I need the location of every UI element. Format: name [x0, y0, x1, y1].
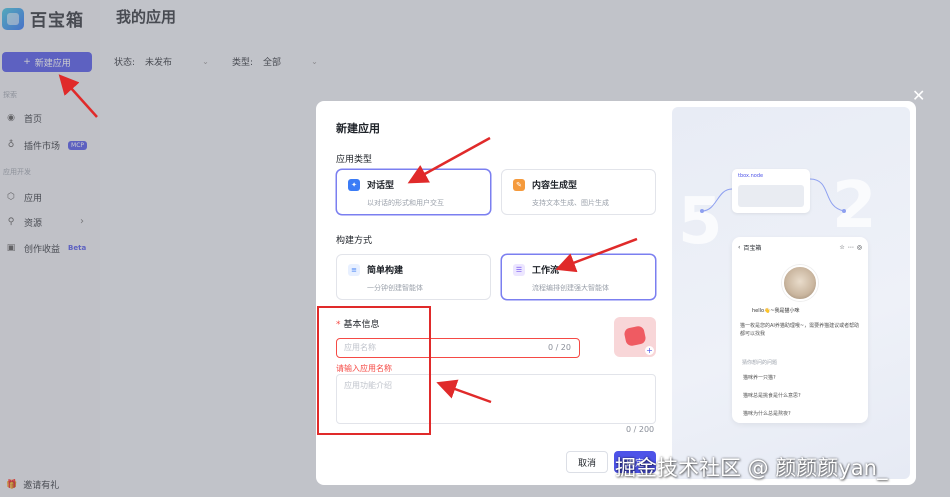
app-type-label: 应用类型 — [336, 155, 373, 165]
card-desc: 支持文本生成、图片生成 — [532, 199, 609, 207]
watermark: 掘金技术社区 @ 颜颜颜yan_ — [615, 456, 888, 480]
add-icon: + — [645, 346, 654, 355]
card-title: 简单构建 — [367, 266, 404, 276]
card-desc: 流程编排创建强大智能体 — [532, 284, 609, 292]
more-icon: ⋯ — [847, 244, 854, 251]
card-title: 内容生成型 — [532, 181, 578, 191]
pen-icon: ✎ — [513, 179, 525, 191]
star-icon: ☆ — [839, 244, 845, 251]
app-type-content-card[interactable]: ✎ 内容生成型 支持文本生成、图片生成 — [501, 169, 656, 215]
card-title: 工作流 — [532, 266, 560, 276]
back-icon: ‹ — [738, 244, 741, 251]
workflow-icon: ☰ — [513, 264, 525, 276]
card-desc: 一分钟创建智能体 — [367, 284, 423, 292]
bot-avatar — [782, 265, 818, 301]
build-method-label: 构建方式 — [336, 236, 373, 246]
cancel-button[interactable]: 取消 — [566, 451, 608, 473]
name-char-count: 0 / 20 — [547, 343, 571, 352]
target-icon: ◎ — [856, 244, 862, 251]
bot-message: 猫一枚是您的AI养猫助理哦~，需要养猫建议或者帮助都可以找我 — [740, 323, 860, 337]
node-body — [738, 185, 804, 207]
phone-title: 百宝箱 — [743, 245, 762, 252]
modal-title: 新建应用 — [336, 122, 380, 135]
card-desc: 以对话的形式和用户交互 — [367, 199, 444, 207]
workflow-node: tbox.node — [732, 169, 810, 213]
suggest-label: 猜你想问的问题 — [742, 360, 778, 366]
node-title: tbox.node — [738, 173, 764, 179]
list-icon: ≡ — [348, 264, 360, 276]
avatar-image — [623, 325, 647, 347]
suggestion-item: 猫咪总是挑食是什么意思? — [738, 390, 864, 403]
chat-icon: ✦ — [348, 179, 360, 191]
app-type-chat-card[interactable]: ✦ 对话型 以对话的形式和用户交互 — [336, 169, 491, 215]
card-title: 对话型 — [367, 181, 395, 191]
desc-char-count: 0 / 200 — [626, 425, 655, 434]
build-simple-card[interactable]: ≡ 简单构建 一分钟创建智能体 — [336, 254, 491, 300]
suggestion-item: 猫咪为什么总是熬夜? — [738, 408, 864, 421]
annotation-rectangle — [317, 306, 431, 435]
close-icon[interactable]: ✕ — [912, 86, 925, 105]
bot-greeting: hello👋~我是猫小咪 — [752, 308, 800, 314]
phone-header: ‹ 百宝箱 ☆ ⋯ ◎ — [738, 243, 862, 252]
build-workflow-card[interactable]: ☰ 工作流 流程编排创建强大智能体 — [501, 254, 656, 300]
app-avatar-upload[interactable]: + — [614, 317, 656, 357]
suggestion-item: 猫咪养一只猫? — [738, 372, 864, 385]
preview-illustration: 5 2 tbox.node ‹ 百宝箱 ☆ ⋯ ◎ hello👋~我是猫小咪 猫… — [672, 107, 910, 479]
